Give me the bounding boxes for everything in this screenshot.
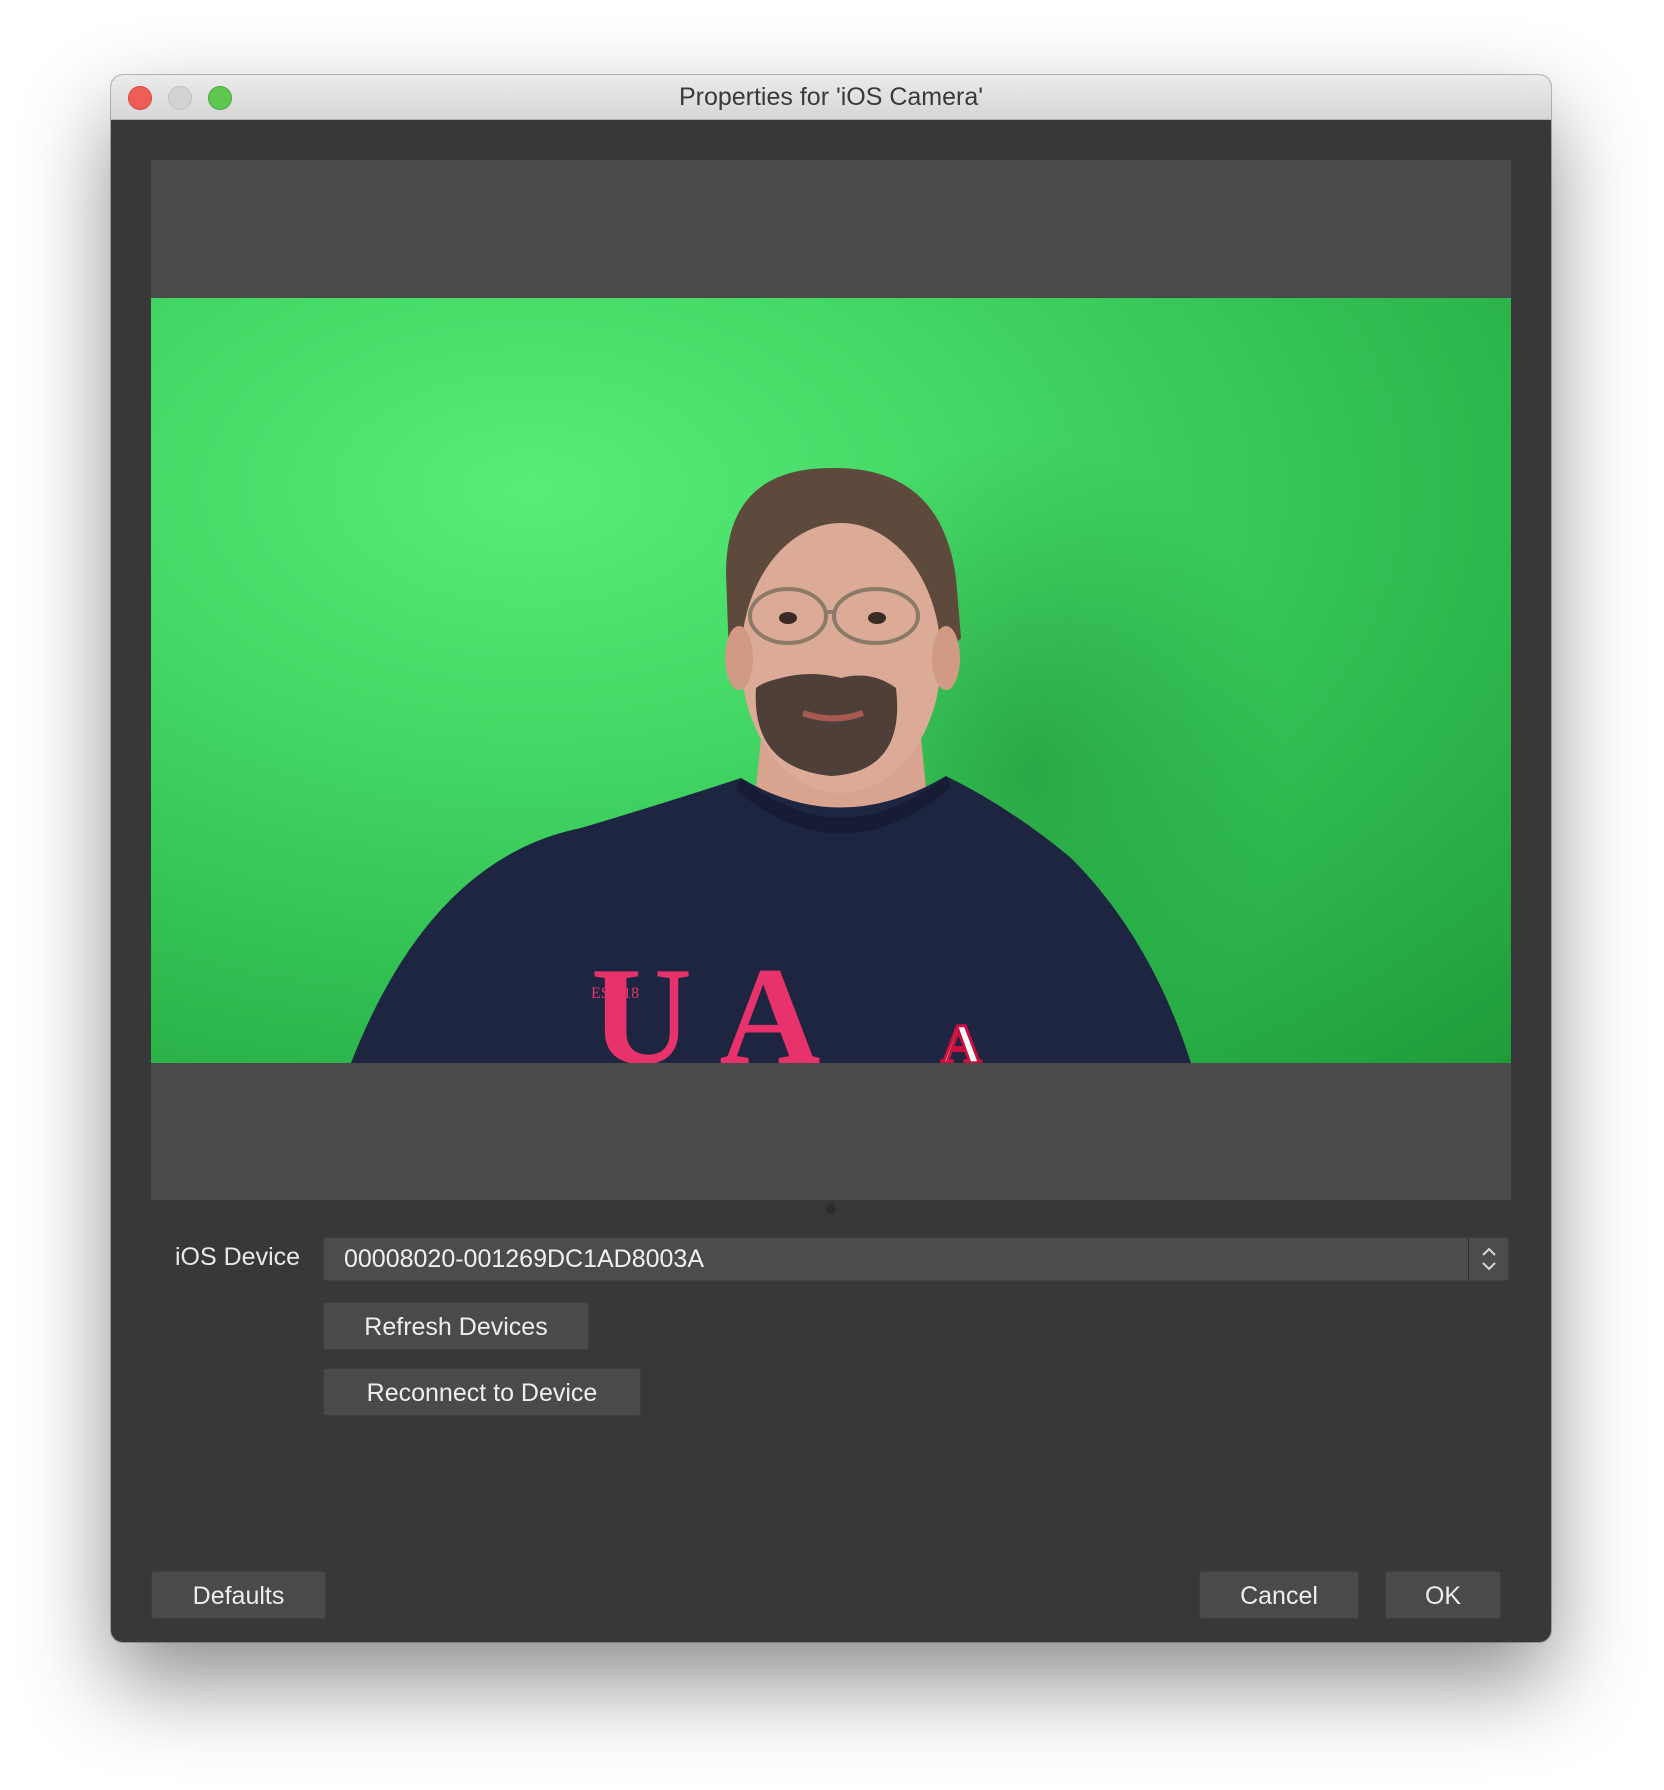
presenter-image: U A EST 18 A	[351, 438, 1291, 1063]
ios-device-label: iOS Device	[175, 1243, 301, 1271]
camera-preview: U A EST 18 A	[151, 160, 1511, 1200]
properties-dialog: Properties for 'iOS Camera' U A EST 18 A…	[111, 75, 1551, 1642]
shirt-logo: A	[941, 1014, 982, 1063]
cancel-button[interactable]: Cancel	[1199, 1571, 1359, 1619]
select-arrows-icon[interactable]	[1468, 1238, 1508, 1280]
defaults-button[interactable]: Defaults	[151, 1571, 326, 1619]
window-title: Properties for 'iOS Camera'	[678, 83, 984, 111]
title-bar[interactable]: Properties for 'iOS Camera'	[111, 75, 1551, 120]
ios-device-select[interactable]: 00008020-001269DC1AD8003A	[323, 1237, 1509, 1281]
ios-device-value: 00008020-001269DC1AD8003A	[344, 1245, 705, 1273]
ok-button[interactable]: OK	[1385, 1571, 1501, 1619]
splitter-handle[interactable]	[826, 1204, 836, 1214]
camera-video-feed: U A EST 18 A	[151, 298, 1511, 1063]
reconnect-device-button[interactable]: Reconnect to Device	[323, 1368, 641, 1416]
shirt-small-text: EST 18	[591, 985, 639, 1002]
refresh-devices-button[interactable]: Refresh Devices	[323, 1302, 589, 1350]
